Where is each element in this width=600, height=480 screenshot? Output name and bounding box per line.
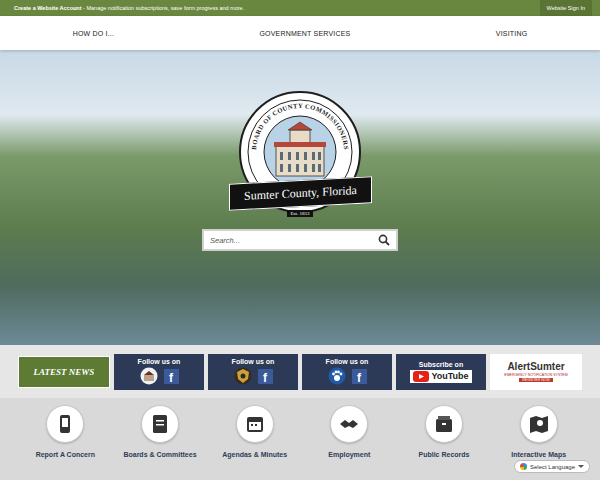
sheriff-icon	[234, 367, 252, 385]
search-box[interactable]: Search...	[202, 229, 398, 251]
quick-link-circle	[46, 405, 84, 443]
quick-link-icon	[244, 413, 266, 435]
quick-link-circle	[236, 405, 274, 443]
alert-sumter-tile[interactable]: AlertSumter EMERGENCY NOTIFICATION SYSTE…	[490, 354, 582, 390]
quick-link-circle	[520, 405, 558, 443]
google-icon	[520, 463, 527, 470]
top-bar: Create a Website Account - Manage notifi…	[0, 0, 600, 16]
main-nav: HOW DO I... GOVERNMENT SERVICES VISITING	[0, 16, 600, 50]
social-tile[interactable]: Subscribe on YouTube	[396, 354, 486, 390]
quick-links: Report A Concern Boards & Committees Age…	[0, 398, 600, 480]
quick-link[interactable]: Employment	[302, 405, 397, 480]
social-tile[interactable]: Follow us on f	[114, 354, 204, 390]
nav-item[interactable]: GOVERNMENT SERVICES	[259, 30, 350, 37]
quick-link-circle	[425, 405, 463, 443]
social-tile[interactable]: Follow us on f	[302, 354, 392, 390]
courthouse-icon	[140, 367, 158, 385]
search-placeholder: Search...	[210, 236, 240, 245]
svg-text:BOARD OF COUNTY COMMISSIONERS: BOARD OF COUNTY COMMISSIONERS	[250, 102, 350, 150]
nav-item[interactable]: HOW DO I...	[73, 30, 114, 37]
facebook-icon: f	[258, 369, 273, 384]
quick-link-icon	[433, 413, 455, 435]
facebook-icon: f	[352, 369, 367, 384]
quick-link-icon	[528, 413, 550, 435]
quick-link[interactable]: Report A Concern	[18, 405, 113, 480]
quick-link-icon	[149, 413, 171, 435]
play-icon	[413, 371, 429, 382]
nav-item[interactable]: VISITING	[496, 30, 528, 37]
social-tile[interactable]: Follow us on f	[208, 354, 298, 390]
magnifier-icon[interactable]	[378, 234, 390, 246]
quick-link-circle	[330, 405, 368, 443]
latest-news-button[interactable]: LATEST NEWS	[18, 356, 110, 388]
quick-link[interactable]: Boards & Committees	[113, 405, 208, 480]
account-message: Create a Website Account - Manage notifi…	[14, 5, 244, 11]
county-logo[interactable]: BOARD OF COUNTY COMMISSIONERS Sumter Cou…	[229, 90, 372, 217]
dropdown-icon	[578, 465, 584, 468]
quick-link-circle	[141, 405, 179, 443]
quick-link[interactable]: Public Records	[397, 405, 492, 480]
hero-photo: BOARD OF COUNTY COMMISSIONERS Sumter Cou…	[0, 50, 600, 345]
quick-link-icon	[338, 413, 360, 435]
quick-link-icon	[54, 413, 76, 435]
animal-icon	[328, 367, 346, 385]
page: Create a Website Account - Manage notifi…	[0, 0, 600, 480]
sign-in-button[interactable]: Website Sign In	[540, 0, 592, 16]
logo-established: Est. 1853	[287, 210, 314, 217]
quick-link[interactable]: Agendas & Minutes	[207, 405, 302, 480]
feature-strip: LATEST NEWS Follow us on fFollow us on f…	[0, 345, 600, 398]
create-account-link[interactable]: Create a Website Account	[14, 5, 82, 11]
facebook-icon: f	[164, 369, 179, 384]
language-select[interactable]: Select Language	[514, 460, 590, 473]
youtube-logo: YouTube	[410, 370, 471, 383]
